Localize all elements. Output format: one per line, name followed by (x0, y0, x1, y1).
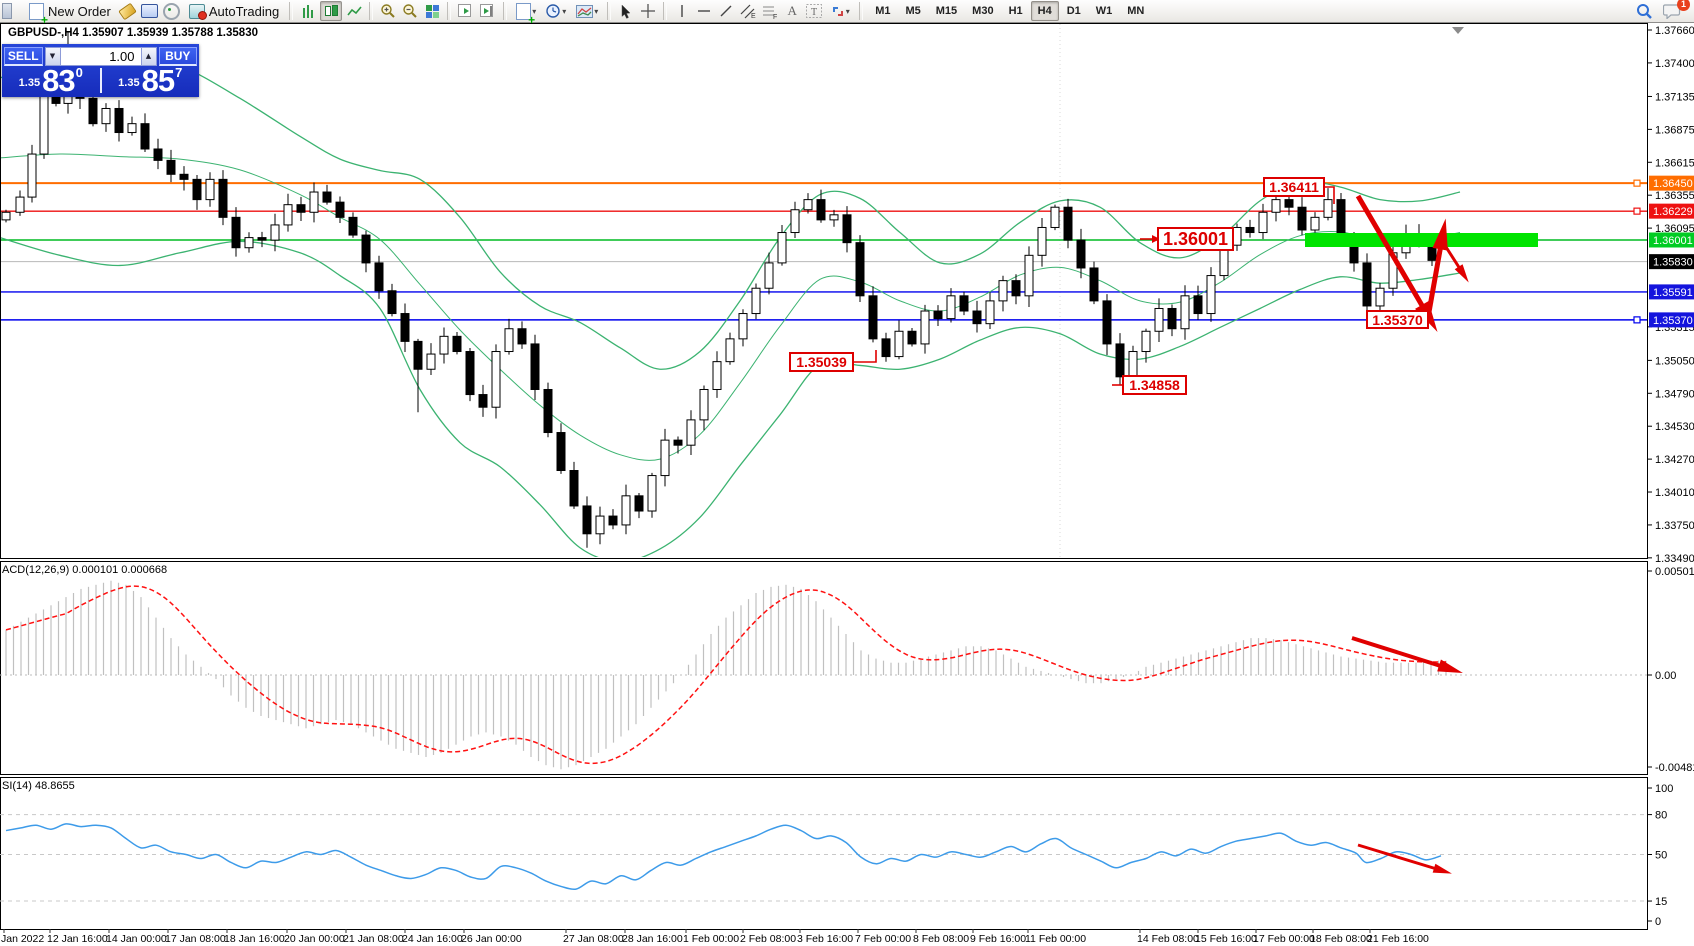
date-label: 12 Jan 16:00 (47, 933, 108, 945)
date-label: 21 Feb 16:00 (1367, 933, 1429, 945)
price-flag[interactable]: 1.35039 (789, 352, 854, 372)
date-label: 17 Feb 00:00 (1253, 933, 1315, 945)
rsi-label: SI(14) 48.8655 (2, 780, 75, 792)
price-flag[interactable]: 1.34858 (1122, 375, 1187, 395)
price-flag[interactable]: 1.36411 (1263, 177, 1325, 197)
price-flag[interactable]: 1.36001 (1157, 227, 1234, 251)
date-label: 17 Jan 08:00 (165, 933, 226, 945)
rsi-axis-label: 50 (1655, 850, 1667, 862)
price-flag[interactable]: 1.35370 (1366, 310, 1429, 329)
price-badge-label: 1.36450 (1653, 178, 1693, 190)
date-label: 3 Feb 16:00 (797, 933, 853, 945)
axis-tick-label: 1.34790 (1655, 388, 1694, 400)
date-label: 2 Feb 08:00 (740, 933, 796, 945)
date-label: 26 Jan 00:00 (461, 933, 522, 945)
buy-price-pips: 85 (142, 68, 174, 93)
candle (752, 284, 760, 320)
axis-tick-label: 1.36355 (1655, 190, 1694, 202)
axis-tick-label: 1.36615 (1655, 157, 1694, 169)
buy-price[interactable]: 1.35 85 7 (102, 66, 200, 95)
highlight-zone[interactable] (1305, 233, 1538, 247)
date-label: 28 Jan 16:00 (622, 933, 683, 945)
candle (1051, 205, 1059, 231)
candle (466, 348, 474, 401)
sell-button[interactable]: SELL (4, 47, 43, 66)
date-label: 18 Feb 08:00 (1310, 933, 1372, 945)
buy-price-point: 7 (175, 65, 182, 80)
axis-tick-label: 1.34530 (1655, 421, 1694, 433)
macd-label: ACD(12,26,9) 0.000101 0.000668 (2, 564, 167, 576)
date-label: 8 Feb 08:00 (913, 933, 969, 945)
date-label: 11 Feb 00:00 (1025, 933, 1086, 945)
date-label: 27 Jan 08:00 (563, 933, 624, 945)
date-label: 21 Jan 08:00 (343, 933, 404, 945)
chart-title: GBPUSD-,H4 1.35907 1.35939 1.35788 1.358… (8, 27, 258, 39)
price-badge-label: 1.35830 (1653, 257, 1693, 269)
rsi-axis-label: 15 (1655, 896, 1667, 908)
line-anchor[interactable] (1634, 317, 1640, 323)
chart-canvas[interactable]: 1.37660 1.37400 1.37135 1.36875 1.36615 1.363… (0, 0, 1694, 946)
date-label: 20 Jan 00:00 (284, 933, 345, 945)
macd-axis-label: 0.00 (1655, 670, 1676, 682)
axis-tick-label: 1.37400 (1655, 58, 1694, 70)
date-label: Jan 2022 (1, 933, 44, 945)
axis-tick-label: 1.33490 (1655, 553, 1694, 565)
rsi-axis-label: 100 (1655, 783, 1673, 795)
date-label: 7 Feb 00:00 (855, 933, 911, 945)
one-click-trading-panel: SELL ▼ ▲ BUY 1.35 83 0 1.35 85 7 (2, 44, 199, 97)
axis-tick-label: 1.33750 (1655, 520, 1694, 532)
candle (1207, 267, 1215, 322)
axis-tick-label: 1.36875 (1655, 124, 1694, 136)
sell-price-point: 0 (76, 65, 83, 80)
axis-tick-label: 1.34010 (1655, 487, 1694, 499)
date-label: 14 Feb 08:00 (1137, 933, 1199, 945)
candle (1090, 262, 1098, 305)
sell-price-pips: 83 (42, 68, 74, 93)
candle (492, 344, 500, 418)
macd-axis-label: 0.005014 (1655, 566, 1694, 578)
date-label: 15 Feb 16:00 (1195, 933, 1257, 945)
candle (89, 94, 97, 126)
chart-background (0, 23, 1694, 946)
price-badge-label: 1.36229 (1653, 206, 1693, 218)
date-label: 24 Jan 16:00 (402, 933, 463, 945)
sell-price[interactable]: 1.35 83 0 (2, 66, 100, 95)
candle (28, 145, 36, 203)
price-badge-label: 1.35370 (1653, 315, 1693, 327)
candle (856, 235, 864, 302)
date-label: 18 Jan 16:00 (224, 933, 285, 945)
date-label: 14 Jan 00:00 (106, 933, 167, 945)
line-anchor[interactable] (1634, 180, 1640, 186)
axis-tick-label: 1.34270 (1655, 454, 1694, 466)
price-badge-label: 1.35591 (1653, 287, 1693, 299)
date-label: 9 Feb 16:00 (970, 933, 1026, 945)
axis-tick-label: 1.37135 (1655, 91, 1694, 103)
candle (648, 473, 656, 518)
buy-price-figure: 1.35 (118, 77, 139, 89)
line-anchor[interactable] (1634, 208, 1640, 214)
date-label: 1 Feb 00:00 (683, 933, 739, 945)
macd-axis-label: -0.004812 (1655, 762, 1694, 774)
price-badge-label: 1.36001 (1653, 235, 1693, 247)
candle (544, 383, 552, 438)
rsi-axis-label: 80 (1655, 810, 1667, 822)
sell-price-figure: 1.35 (19, 77, 40, 89)
axis-tick-label: 1.35050 (1655, 355, 1694, 367)
axis-tick-label: 1.37660 (1655, 25, 1694, 37)
rsi-axis-label: 0 (1655, 916, 1661, 928)
